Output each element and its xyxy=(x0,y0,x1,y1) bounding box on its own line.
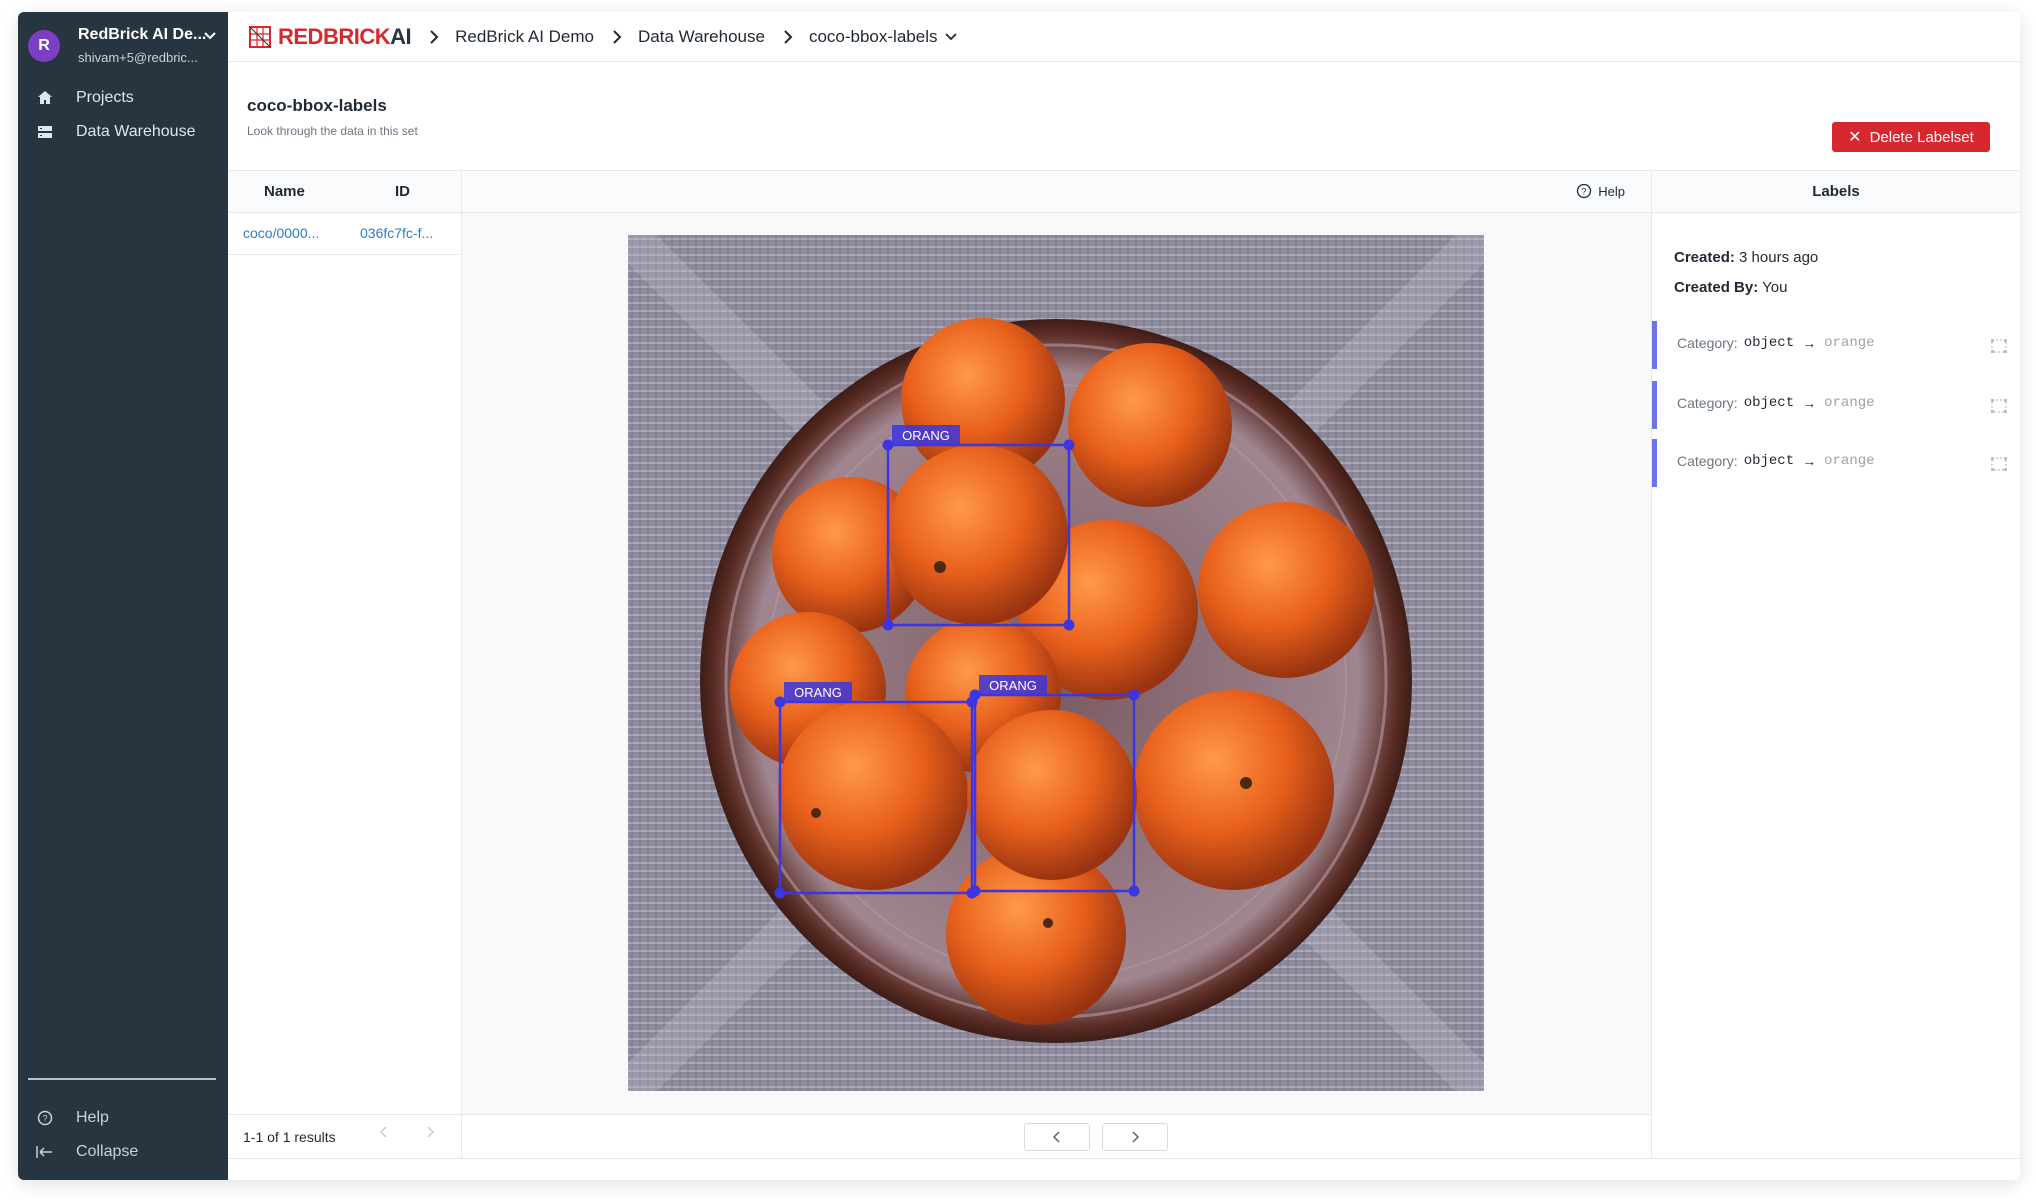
next-page-icon[interactable] xyxy=(426,1125,435,1144)
label-class: object xyxy=(1743,453,1795,469)
table-footer: 1-1 of 1 results xyxy=(228,1114,461,1158)
sidebar: R RedBrick AI De... shivam+5@redbric... … xyxy=(18,12,228,1180)
created-value: 3 hours ago xyxy=(1739,249,1819,266)
close-icon: ✕ xyxy=(1848,129,1862,146)
chevron-down-icon xyxy=(204,28,216,43)
arrow-right-icon: → xyxy=(1802,335,1817,351)
sidebar-item-collapse[interactable]: Collapse xyxy=(18,1136,228,1168)
breadcrumb-project[interactable]: RedBrick AI Demo xyxy=(455,27,594,47)
page-subtitle: Look through the data in this set xyxy=(247,124,418,138)
chevron-right-icon xyxy=(612,29,622,45)
label-prefix: Category: xyxy=(1677,395,1738,411)
viewer-toolbar: ? Help xyxy=(462,171,1651,213)
workspace-switcher[interactable]: R RedBrick AI De... shivam+5@redbric... xyxy=(28,22,218,66)
sidebar-item-help[interactable]: ? Help xyxy=(18,1102,228,1134)
image-viewer: ? Help ORANG ORANG ORANG xyxy=(462,171,1652,1158)
divider xyxy=(28,1078,216,1080)
label-value: orange xyxy=(1824,453,1875,469)
row-id-link[interactable]: 036fc7fc-f... xyxy=(360,225,433,241)
delete-labelset-label: Delete Labelset xyxy=(1869,128,1974,146)
results-count: 1-1 of 1 results xyxy=(243,1129,336,1145)
column-header-id[interactable]: ID xyxy=(395,183,410,200)
viewer-help-button[interactable]: ? Help xyxy=(1576,183,1625,199)
chevron-right-icon xyxy=(783,29,793,45)
label-value: orange xyxy=(1824,395,1875,411)
sidebar-item-data-warehouse[interactable]: Data Warehouse xyxy=(18,116,228,148)
viewer-footer xyxy=(462,1114,1651,1158)
oranges-in-bowl-image: ORANG ORANG ORANG xyxy=(613,220,1499,1106)
sidebar-item-label: Projects xyxy=(76,89,134,106)
arrow-right-icon: → xyxy=(1802,453,1817,469)
chevron-left-icon xyxy=(1053,1131,1060,1143)
created-by-info: Created By: You xyxy=(1674,279,1787,296)
row-name-link[interactable]: coco/0000... xyxy=(243,225,319,241)
label-value: orange xyxy=(1824,335,1875,351)
sidebar-item-label: Help xyxy=(76,1109,109,1126)
next-image-button[interactable] xyxy=(1102,1123,1168,1151)
box-label: ORANG xyxy=(989,678,1037,693)
datapoint-table: Name ID coco/0000... 036fc7fc-f... 1-1 o… xyxy=(228,171,462,1158)
created-key: Created: xyxy=(1674,249,1735,266)
footer-strip xyxy=(228,1158,2020,1180)
created-by-key: Created By: xyxy=(1674,279,1759,296)
box-label: ORANG xyxy=(794,685,842,700)
svg-text:?: ? xyxy=(1582,187,1587,197)
table-header: Name ID xyxy=(228,171,461,213)
labels-panel: Labels Created: 3 hours ago Created By: … xyxy=(1652,171,2020,1158)
app-window: R RedBrick AI De... shivam+5@redbric... … xyxy=(18,12,2020,1180)
prev-image-button[interactable] xyxy=(1024,1123,1090,1151)
workspace-name: RedBrick AI De... xyxy=(78,26,207,43)
sidebar-item-label: Data Warehouse xyxy=(76,123,196,140)
label-prefix: Category: xyxy=(1677,453,1738,469)
label-prefix: Category: xyxy=(1677,335,1738,351)
bbox-icon xyxy=(1991,399,2007,413)
page-title: coco-bbox-labels xyxy=(247,96,387,115)
label-class: object xyxy=(1743,395,1795,411)
arrow-right-icon: → xyxy=(1802,395,1817,411)
viewer-help-label: Help xyxy=(1598,183,1625,199)
created-info: Created: 3 hours ago xyxy=(1674,249,1818,266)
annotation-canvas[interactable]: ORANG ORANG ORANG xyxy=(613,220,1499,1106)
created-by-value: You xyxy=(1762,279,1788,296)
column-header-name[interactable]: Name xyxy=(264,183,305,200)
table-row[interactable]: coco/0000... 036fc7fc-f... xyxy=(228,213,461,255)
help-circle-icon: ? xyxy=(1576,183,1592,199)
logo-text-dark: AI xyxy=(390,23,412,49)
prev-page-icon[interactable] xyxy=(379,1125,388,1144)
bbox-icon xyxy=(1991,457,2007,471)
sidebar-item-projects[interactable]: Projects xyxy=(18,82,228,114)
label-entry[interactable]: Category: object → orange xyxy=(1652,321,2020,369)
main-panels: Name ID coco/0000... 036fc7fc-f... 1-1 o… xyxy=(228,170,2020,1158)
svg-text:?: ? xyxy=(42,1114,47,1124)
breadcrumb-labelset-dropdown[interactable]: coco-bbox-labels xyxy=(809,27,958,47)
bbox-icon xyxy=(1991,339,2007,353)
help-circle-icon: ? xyxy=(36,1109,54,1127)
breadcrumb-labelset: coco-bbox-labels xyxy=(808,26,938,46)
collapse-icon xyxy=(36,1143,54,1161)
logo-text-red: REDBRICK xyxy=(278,23,391,49)
avatar: R xyxy=(28,30,60,62)
box-label: ORANG xyxy=(902,428,950,443)
chevron-right-icon xyxy=(1132,1131,1139,1143)
chevron-right-icon xyxy=(429,29,439,45)
logo-mark-icon xyxy=(249,25,271,48)
sidebar-item-label: Collapse xyxy=(76,1143,139,1160)
labels-panel-title: Labels xyxy=(1652,171,2020,213)
breadcrumb-data-warehouse[interactable]: Data Warehouse xyxy=(638,27,765,47)
delete-labelset-button[interactable]: ✕ Delete Labelset xyxy=(1832,122,1990,152)
redbrick-logo[interactable]: REDBRICKAI xyxy=(248,23,412,50)
label-entry[interactable]: Category: object → orange xyxy=(1652,439,2020,487)
label-entry[interactable]: Category: object → orange xyxy=(1652,381,2020,429)
home-icon xyxy=(36,89,54,107)
chevron-down-icon xyxy=(945,28,958,46)
top-bar: REDBRICKAI RedBrick AI Demo Data Warehou… xyxy=(228,12,2020,62)
database-icon xyxy=(36,123,54,141)
workspace-email: shivam+5@redbric... xyxy=(78,50,198,65)
label-class: object xyxy=(1743,335,1795,351)
